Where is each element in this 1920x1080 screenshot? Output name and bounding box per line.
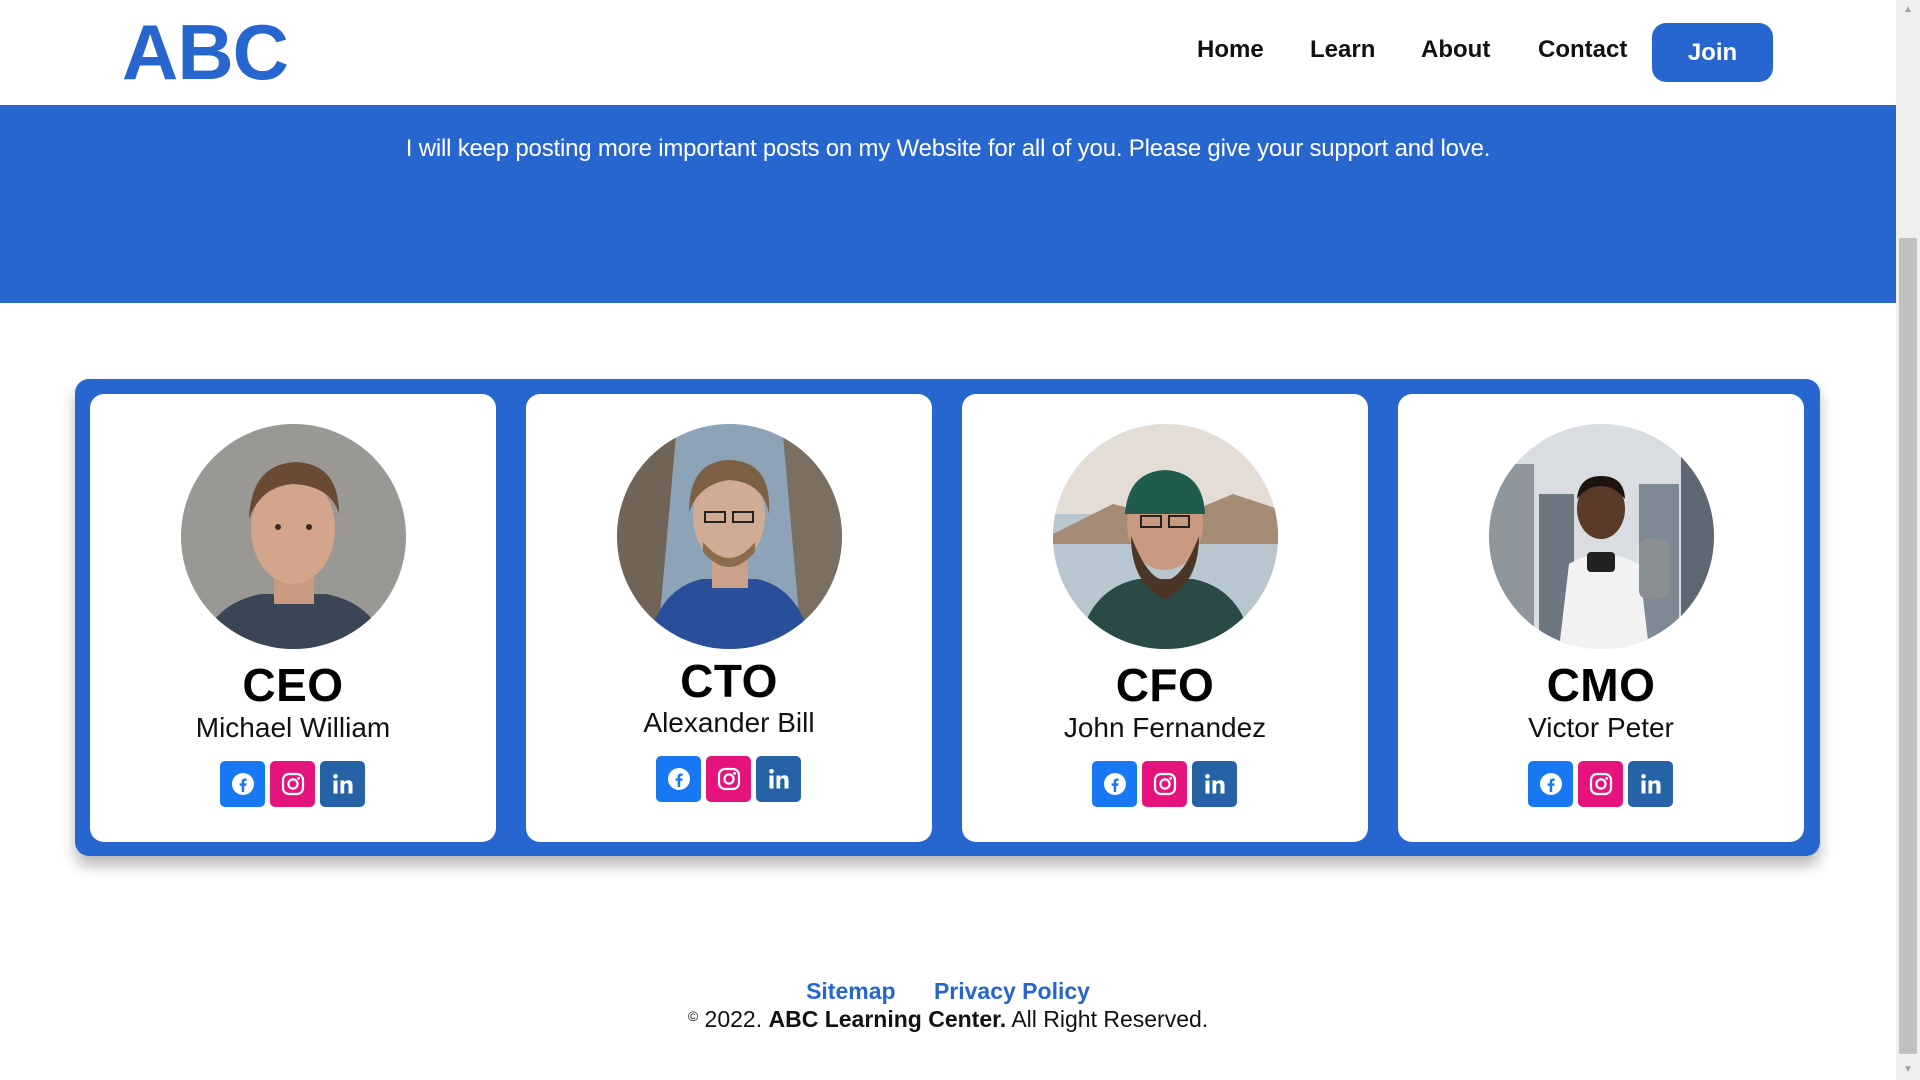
company-name: ABC Learning Center. bbox=[768, 1006, 1007, 1032]
footer-links: Sitemap Privacy Policy bbox=[0, 978, 1896, 1005]
instagram-icon[interactable] bbox=[1578, 761, 1623, 807]
social-links bbox=[656, 756, 806, 802]
role-title: CEO bbox=[242, 659, 344, 711]
copyright-year: 2022. bbox=[704, 1006, 763, 1032]
role-title: CTO bbox=[680, 655, 778, 707]
person-name: Michael William bbox=[195, 712, 391, 743]
facebook-icon[interactable] bbox=[1528, 761, 1573, 807]
social-links bbox=[220, 761, 370, 807]
nav-contact[interactable]: Contact bbox=[1538, 36, 1627, 64]
join-button[interactable]: Join bbox=[1652, 23, 1773, 82]
linkedin-icon[interactable] bbox=[1192, 761, 1237, 807]
avatar bbox=[181, 424, 406, 649]
scroll-down-arrow-icon[interactable]: ▼ bbox=[1896, 1060, 1920, 1080]
scroll-up-arrow-icon[interactable]: ▲ bbox=[1896, 0, 1920, 20]
role-title: CMO bbox=[1546, 659, 1656, 711]
person-name: Victor Peter bbox=[1528, 712, 1674, 743]
nav-about[interactable]: About bbox=[1421, 36, 1490, 64]
avatar bbox=[1489, 424, 1714, 649]
linkedin-icon[interactable] bbox=[320, 761, 365, 807]
hero-banner: I will keep posting more important posts… bbox=[0, 105, 1896, 303]
social-links bbox=[1092, 761, 1242, 807]
copyright: © 2022. ABC Learning Center. All Right R… bbox=[0, 1006, 1896, 1033]
facebook-icon[interactable] bbox=[1092, 761, 1137, 807]
scrollbar[interactable]: ▲ ▼ bbox=[1896, 0, 1920, 1080]
copyright-symbol: © bbox=[687, 1008, 699, 1024]
scrollbar-thumb[interactable] bbox=[1899, 238, 1917, 1054]
privacy-policy-link[interactable]: Privacy Policy bbox=[934, 978, 1090, 1005]
social-links bbox=[1528, 761, 1678, 807]
main-nav: Home Learn About Contact bbox=[0, 0, 1896, 105]
person-name: John Fernandez bbox=[1063, 712, 1267, 743]
nav-learn[interactable]: Learn bbox=[1310, 36, 1375, 64]
facebook-icon[interactable] bbox=[656, 756, 701, 802]
linkedin-icon[interactable] bbox=[1628, 761, 1673, 807]
team-card: CFO John Fernandez bbox=[962, 394, 1368, 842]
instagram-icon[interactable] bbox=[270, 761, 315, 807]
avatar bbox=[617, 424, 842, 649]
instagram-icon[interactable] bbox=[1142, 761, 1187, 807]
team-card: CTO Alexander Bill bbox=[526, 394, 932, 842]
nav-home[interactable]: Home bbox=[1197, 36, 1264, 64]
team-card: CMO Victor Peter bbox=[1398, 394, 1804, 842]
team-panel: CEO Michael William CTO Alexander Bill C… bbox=[75, 379, 1820, 856]
instagram-icon[interactable] bbox=[706, 756, 751, 802]
page: ABC Home Learn About Contact Join I will… bbox=[0, 0, 1896, 1080]
team-card: CEO Michael William bbox=[90, 394, 496, 842]
person-name: Alexander Bill bbox=[643, 707, 815, 738]
role-title: CFO bbox=[1115, 659, 1215, 711]
sitemap-link[interactable]: Sitemap bbox=[806, 978, 895, 1005]
linkedin-icon[interactable] bbox=[756, 756, 801, 802]
facebook-icon[interactable] bbox=[220, 761, 265, 807]
avatar bbox=[1053, 424, 1278, 649]
rights-text: All Right Reserved. bbox=[1011, 1006, 1209, 1032]
navbar: ABC Home Learn About Contact Join bbox=[0, 0, 1896, 105]
banner-text: I will keep posting more important posts… bbox=[405, 135, 1491, 162]
